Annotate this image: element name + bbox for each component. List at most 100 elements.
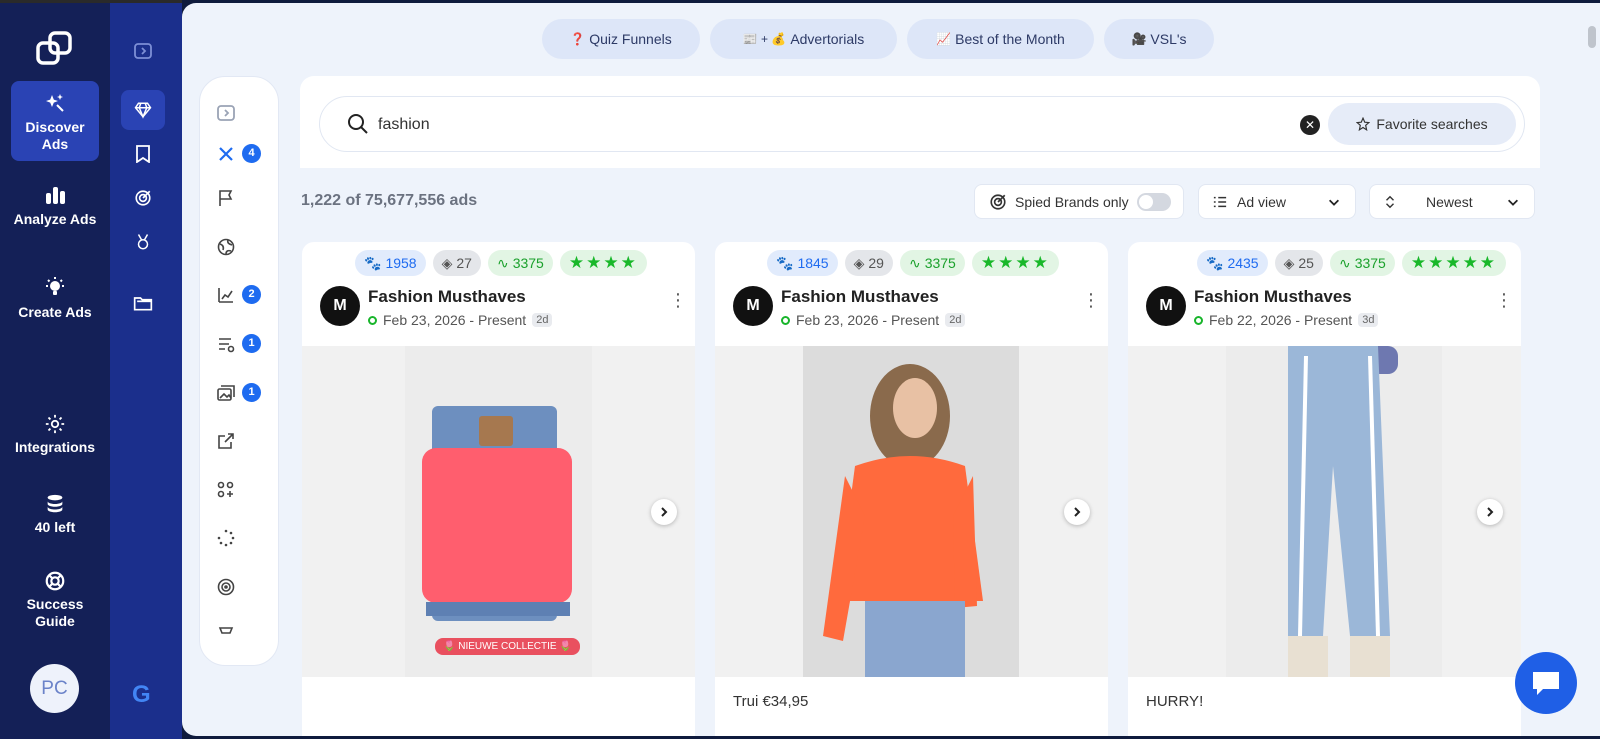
support-chat-button[interactable] [1515, 652, 1577, 714]
filter-count-badge: 2 [242, 285, 261, 304]
pill-label: Best of the Month [955, 31, 1065, 47]
paw-icon: 🐾 [776, 254, 794, 271]
trend-icon: 📈 [936, 32, 952, 46]
pill-advertorials[interactable]: 📰 + 💰 Advertorials [710, 19, 897, 59]
pill-label: VSL's [1150, 31, 1187, 47]
search-bar: ✕ Favorite searches [319, 96, 1525, 152]
layers-icon: ◈ [441, 254, 453, 271]
media-type-icon[interactable] [216, 383, 236, 403]
google-icon[interactable]: G [132, 681, 151, 709]
chart-filter-icon[interactable] [216, 285, 236, 305]
apps-add-icon[interactable] [216, 480, 236, 500]
flag-icon[interactable] [216, 188, 236, 208]
question-icon: ❓ [570, 32, 586, 46]
next-slide-button[interactable] [651, 499, 677, 525]
more-options-icon[interactable]: ⋮ [669, 291, 687, 309]
ad-metrics: 🐾 1958 ◈ 27 ∿ 3375 ★★★★ [355, 250, 647, 276]
brand-logo[interactable]: M [320, 286, 360, 326]
list-view-icon [1213, 196, 1227, 207]
brand-name[interactable]: Fashion Musthaves [368, 287, 526, 307]
layers-icon: ◈ [853, 254, 865, 271]
more-filters-icon[interactable] [216, 622, 236, 642]
brand-logo[interactable]: M [1146, 286, 1186, 326]
radar-icon[interactable] [216, 577, 236, 597]
active-status-icon [1194, 315, 1203, 325]
gear-icon [45, 414, 65, 434]
pill-vsls[interactable]: 🎥 VSL's [1104, 19, 1214, 59]
rail-discover[interactable] [121, 90, 165, 130]
nav-credits[interactable]: 40 left [11, 493, 99, 537]
nav-integrations[interactable]: Integrations [11, 413, 99, 457]
nav-discover-ads[interactable]: Discover Ads [11, 81, 99, 161]
clear-search-button[interactable]: ✕ [1300, 115, 1320, 135]
rail-folders[interactable] [121, 283, 165, 323]
pill-quiz-funnels[interactable]: ❓ Quiz Funnels [542, 19, 700, 59]
more-options-icon[interactable]: ⋮ [1495, 291, 1513, 309]
app-logo-icon[interactable] [34, 29, 74, 69]
bookmark-icon [136, 145, 150, 163]
search-input[interactable] [378, 109, 1258, 141]
ad-media[interactable] [715, 346, 1108, 677]
nav-label: 40 left [34, 519, 76, 535]
external-link-icon[interactable] [216, 431, 236, 451]
scrollbar-thumb[interactable] [1588, 26, 1596, 48]
brand-name[interactable]: Fashion Musthaves [781, 287, 939, 307]
brand-logo[interactable]: M [733, 286, 773, 326]
search-icon [348, 114, 368, 134]
chevron-right-icon [661, 507, 668, 517]
favorite-searches-label: Favorite searches [1376, 116, 1488, 132]
list-filter-icon[interactable] [216, 334, 236, 354]
rail-saved[interactable] [121, 134, 165, 174]
nav-success-guide[interactable]: Success Guide [11, 570, 99, 634]
score-badge: ∿ 3375 [1329, 250, 1395, 276]
star-outline-icon [1356, 117, 1371, 131]
view-label: Ad view [1237, 193, 1287, 210]
reach-badge: 🐾 1845 [767, 250, 838, 276]
lifebuoy-icon [45, 571, 65, 591]
pill-label: Quiz Funnels [589, 31, 672, 47]
layers-icon: ◈ [1283, 254, 1295, 271]
variants-badge: ◈ 25 [1274, 250, 1323, 276]
user-avatar[interactable]: PC [30, 664, 79, 713]
ad-media[interactable]: 🌷 NIEUWE COLLECTIE 🌷 [302, 346, 695, 677]
more-options-icon[interactable]: ⋮ [1082, 291, 1100, 309]
chevron-down-icon [1329, 199, 1339, 206]
bar-chart-icon [46, 187, 65, 204]
main-panel: ❓ Quiz Funnels 📰 + 💰 Advertorials 📈 Best… [182, 3, 1600, 736]
nav-analyze-ads[interactable]: Analyze Ads [11, 183, 99, 247]
sort-select[interactable]: Newest [1369, 184, 1535, 219]
age-badge: 2d [945, 313, 966, 327]
nav-label: Analyze Ads [13, 211, 97, 227]
ad-media[interactable] [1128, 346, 1521, 677]
section-rail: G [110, 0, 182, 739]
collapse-filters-icon[interactable] [216, 103, 236, 123]
pill-best-of-month[interactable]: 📈 Best of the Month [907, 19, 1094, 59]
toggle-switch[interactable] [1136, 192, 1171, 211]
collapse-button[interactable] [121, 31, 165, 71]
nav-label: Integrations [14, 439, 96, 455]
close-icon[interactable] [216, 144, 236, 164]
favorite-searches-button[interactable]: Favorite searches [1328, 103, 1516, 145]
rating-stars: ★★★★ [559, 250, 647, 276]
nav-create-ads[interactable]: Create Ads [11, 276, 99, 340]
globe-icon[interactable] [216, 237, 236, 257]
ad-card[interactable]: 🐾 2435 ◈ 25 ∿ 3375 ★★★★★ M Fashion Musthave… [1128, 242, 1521, 736]
rail-awards[interactable] [121, 222, 165, 262]
reach-badge: 🐾 1958 [355, 250, 426, 276]
next-slide-button[interactable] [1477, 499, 1503, 525]
rail-spy[interactable] [121, 178, 165, 218]
spied-brands-toggle[interactable]: Spied Brands only [974, 184, 1184, 219]
loading-icon[interactable] [216, 528, 236, 548]
variants-badge: ◈ 27 [432, 250, 481, 276]
pulse-icon: ∿ [496, 254, 509, 271]
nav-label: Success Guide [26, 596, 84, 629]
view-select[interactable]: Ad view [1198, 184, 1356, 219]
next-slide-button[interactable] [1064, 499, 1090, 525]
age-badge: 2d [532, 313, 553, 327]
pill-label: Advertorials [790, 31, 865, 47]
ad-card[interactable]: 🐾 1958 ◈ 27 ∿ 3375 ★★★★ M Fashion Musthaves… [302, 242, 695, 736]
ad-caption: Trui €34,95 [733, 693, 809, 710]
brand-name[interactable]: Fashion Musthaves [1194, 287, 1352, 307]
sort-icon [1386, 195, 1394, 208]
ad-card[interactable]: 🐾 1845 ◈ 29 ∿ 3375 ★★★★ M Fashion Musthaves… [715, 242, 1108, 736]
